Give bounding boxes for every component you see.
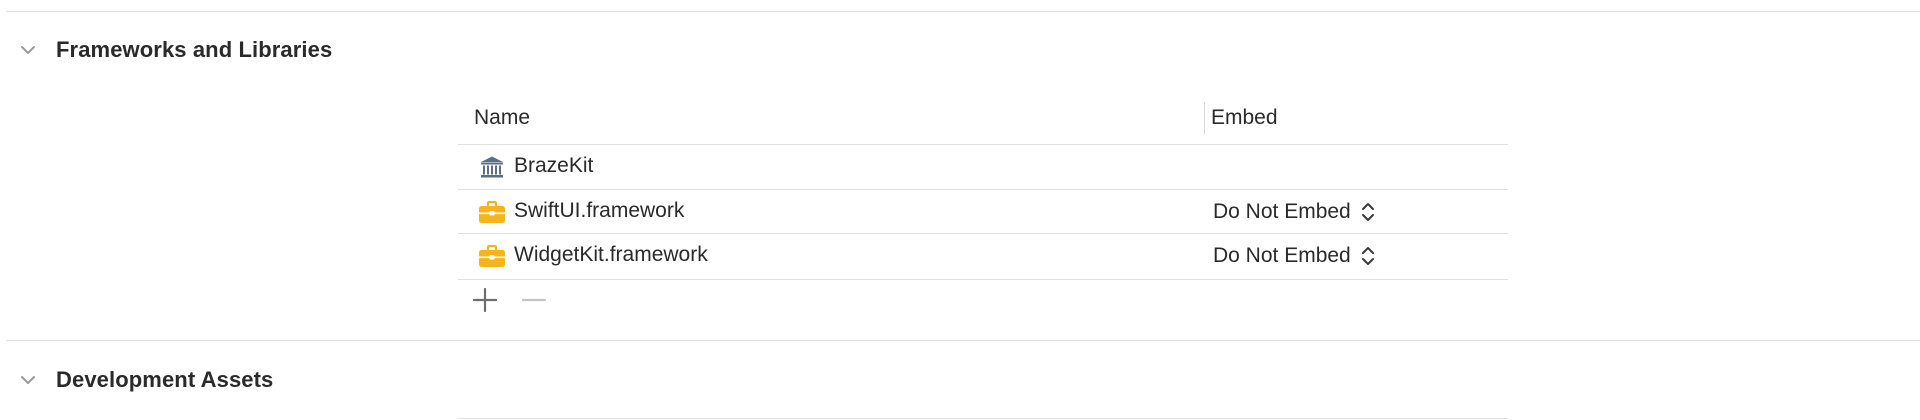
section-divider [6,340,1920,341]
row-divider [458,279,1508,280]
framework-name: SwiftUI.framework [514,199,685,222]
column-header-name[interactable]: Name [474,106,530,130]
toolbox-icon [478,244,506,268]
development-section-title: Development Assets [56,367,274,392]
library-icon [478,155,506,179]
up-down-chevron-icon [1361,245,1375,267]
remove-framework-button[interactable] [519,287,549,317]
column-divider[interactable] [1204,102,1205,134]
embed-select-value: Do Not Embed [1213,244,1351,267]
project-settings-panel: Frameworks and Libraries Name Embed Braz… [0,0,1920,420]
frameworks-section-header[interactable]: Frameworks and Libraries [18,36,332,64]
column-header-embed[interactable]: Embed [1211,106,1278,130]
table-row[interactable]: WidgetKit.framework Do Not Embed [458,234,1508,278]
chevron-down-icon[interactable] [18,370,38,390]
up-down-chevron-icon [1361,201,1375,223]
development-section-header[interactable]: Development Assets [18,366,273,394]
minus-icon [520,286,548,319]
chevron-down-icon[interactable] [18,40,38,60]
embed-select-value: Do Not Embed [1213,200,1351,223]
toolbox-icon [478,200,506,224]
frameworks-section-title: Frameworks and Libraries [56,37,333,62]
embed-select[interactable]: Do Not Embed [1213,198,1375,226]
frameworks-table: Name Embed BrazeKit SwiftUI.framework Do… [458,100,1508,330]
embed-select[interactable]: Do Not Embed [1213,242,1375,270]
add-framework-button[interactable] [470,287,500,317]
table-row[interactable]: SwiftUI.framework Do Not Embed [458,190,1508,234]
development-table-top-divider [458,418,1508,419]
framework-name: WidgetKit.framework [514,243,708,266]
plus-icon [471,286,499,319]
table-row[interactable]: BrazeKit [458,145,1508,189]
top-divider [6,11,1920,12]
framework-name: BrazeKit [514,154,594,177]
